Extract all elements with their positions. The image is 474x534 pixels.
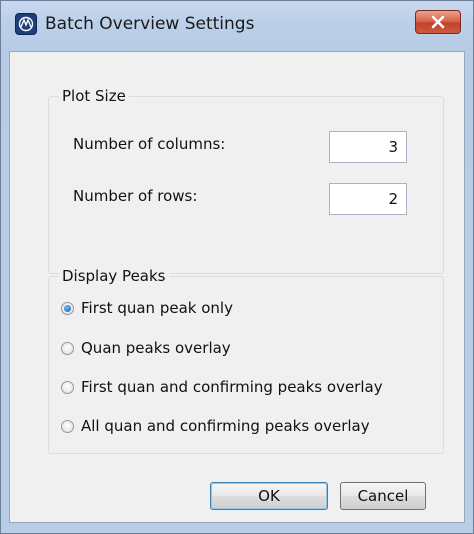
close-icon bbox=[431, 15, 445, 29]
radio-label: First quan peak only bbox=[81, 299, 233, 317]
plot-size-legend: Plot Size bbox=[59, 86, 129, 106]
title-bar[interactable]: Batch Overview Settings bbox=[1, 1, 473, 51]
rows-input[interactable] bbox=[329, 183, 407, 215]
radio-button[interactable] bbox=[61, 380, 74, 394]
radio-option-first-quan-peak-only[interactable]: First quan peak only bbox=[61, 297, 233, 319]
radio-button[interactable] bbox=[61, 419, 74, 433]
waveform-logo-icon bbox=[15, 13, 37, 35]
radio-option-first-quan-confirming-overlay[interactable]: First quan and confirming peaks overlay bbox=[61, 376, 383, 398]
columns-label: Number of columns: bbox=[73, 135, 226, 153]
cancel-button[interactable]: Cancel bbox=[340, 482, 426, 510]
radio-button[interactable] bbox=[61, 341, 74, 355]
close-button[interactable] bbox=[415, 10, 461, 34]
radio-label: Quan peaks overlay bbox=[81, 339, 231, 357]
radio-label: All quan and confirming peaks overlay bbox=[81, 417, 370, 435]
display-peaks-legend: Display Peaks bbox=[59, 266, 169, 286]
plot-size-group: Plot Size Number of columns: Number of r… bbox=[48, 86, 444, 274]
radio-button[interactable] bbox=[61, 301, 74, 315]
radio-option-quan-peaks-overlay[interactable]: Quan peaks overlay bbox=[61, 337, 231, 359]
window-title: Batch Overview Settings bbox=[45, 14, 255, 34]
ok-button[interactable]: OK bbox=[210, 482, 328, 510]
radio-option-all-quan-confirming-overlay[interactable]: All quan and confirming peaks overlay bbox=[61, 415, 370, 437]
columns-input[interactable] bbox=[329, 131, 407, 163]
rows-label: Number of rows: bbox=[73, 187, 198, 205]
radio-label: First quan and confirming peaks overlay bbox=[81, 378, 383, 396]
display-peaks-group: Display Peaks First quan peak only Quan … bbox=[48, 266, 444, 454]
dialog-window: Batch Overview Settings Plot Size Number… bbox=[0, 0, 474, 534]
dialog-body: Plot Size Number of columns: Number of r… bbox=[9, 51, 465, 523]
